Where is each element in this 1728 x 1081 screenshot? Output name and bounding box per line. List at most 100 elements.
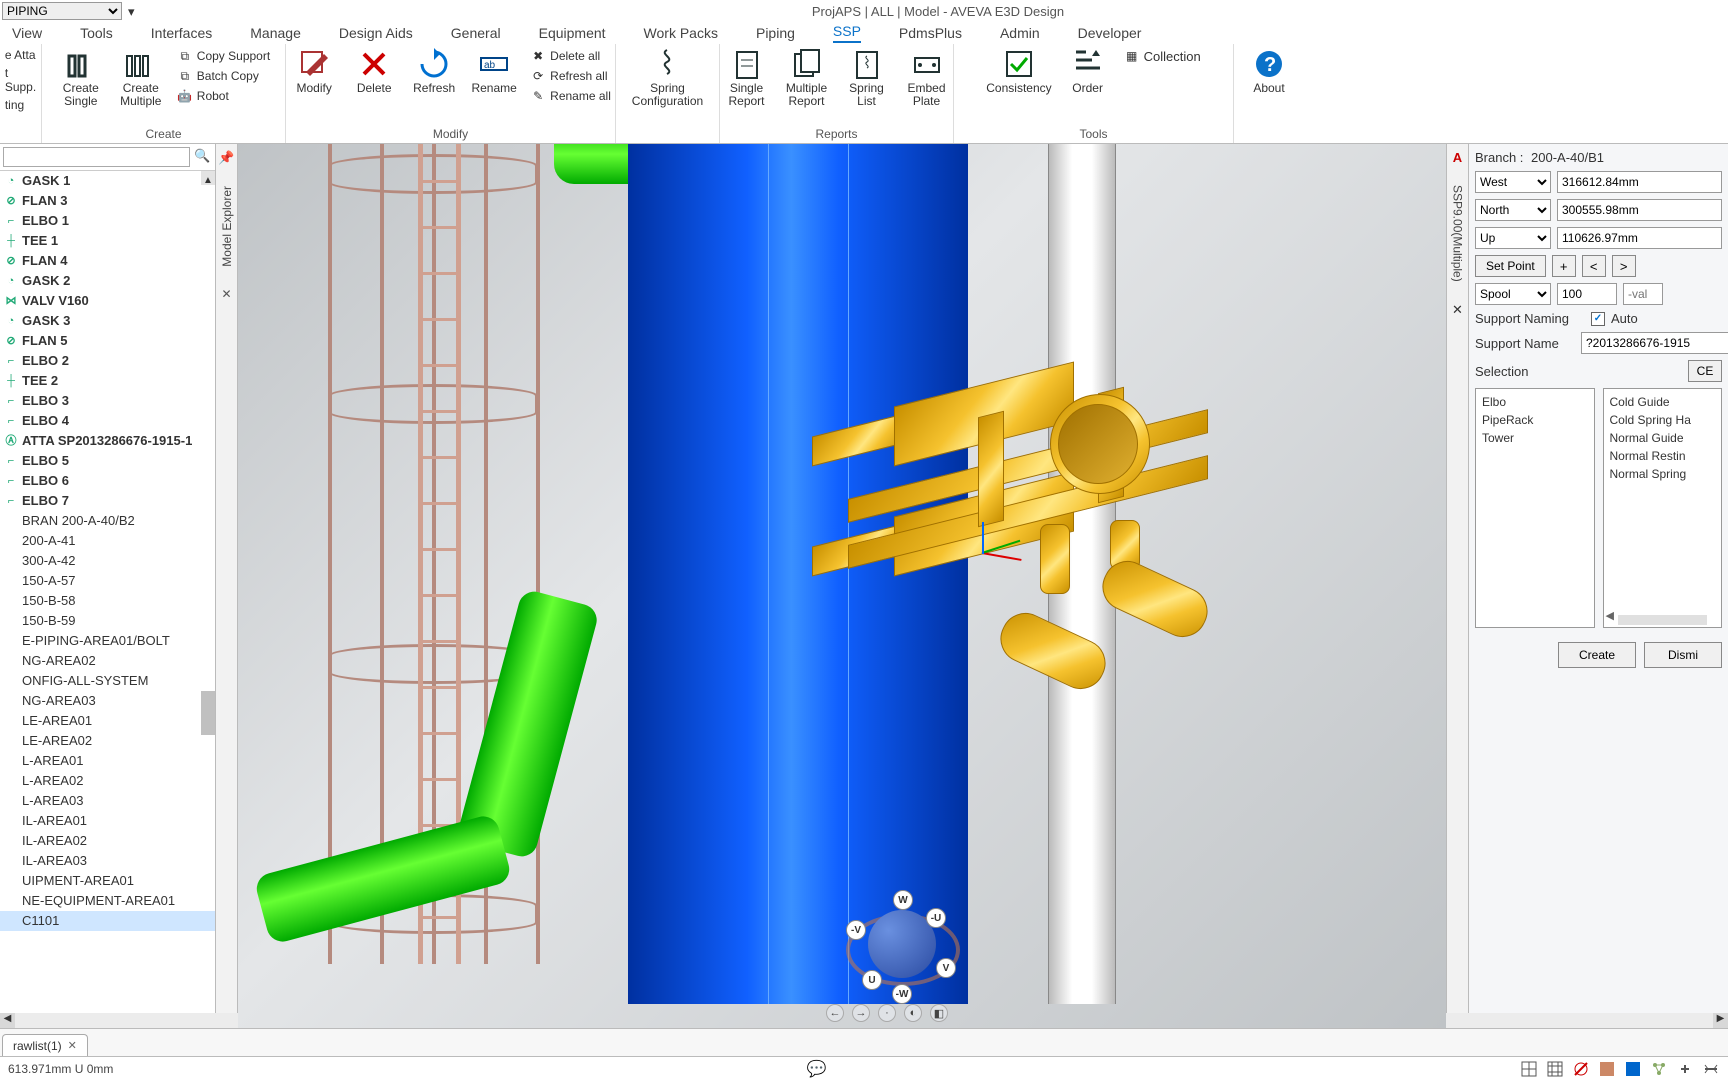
grid2-icon[interactable] (1546, 1060, 1564, 1078)
hscroll-left[interactable]: ◀ (0, 1013, 15, 1028)
nav-back-icon[interactable]: ← (826, 1004, 844, 1022)
tree-item[interactable]: ⌐ELBO 2 (0, 351, 215, 371)
single-report-button[interactable]: SingleReport (723, 48, 771, 108)
selection-list-a[interactable]: ElboPipeRackTower (1475, 388, 1595, 628)
tree-search-input[interactable] (3, 147, 190, 167)
cut-left-item[interactable]: e Atta (5, 48, 36, 62)
snap-off-icon[interactable] (1572, 1060, 1590, 1078)
create-button[interactable]: Create (1558, 642, 1636, 668)
tab-equipment[interactable]: Equipment (539, 25, 606, 41)
auto-checkbox[interactable] (1591, 312, 1605, 326)
tree-item[interactable]: ⒶATTA SP2013286676-1915-1 (0, 431, 215, 451)
collection-button[interactable]: ▦Collection (1124, 48, 1201, 64)
close-icon[interactable]: ✕ (1452, 302, 1463, 318)
nav-cube-icon[interactable]: ◧ (930, 1004, 948, 1022)
scroll-thumb[interactable] (201, 691, 215, 735)
about-button[interactable]: ? About (1245, 48, 1293, 95)
qat-dropdown-icon[interactable]: ▾ (128, 4, 142, 18)
support-name-input[interactable] (1581, 332, 1728, 354)
prev-button[interactable]: < (1582, 255, 1606, 277)
collapse-icon[interactable] (1702, 1060, 1720, 1078)
list-item[interactable]: Normal Guide (1610, 429, 1716, 447)
tree-item[interactable]: 300-A-42 (0, 551, 215, 571)
tab-manage[interactable]: Manage (250, 25, 301, 41)
scroll-up[interactable]: ▲ (201, 171, 215, 185)
tree-item[interactable]: ⋈VALV V160 (0, 291, 215, 311)
tree-item[interactable]: E-PIPING-AREA01/BOLT (0, 631, 215, 651)
tab-developer[interactable]: Developer (1078, 25, 1142, 41)
cut-left-item[interactable]: t Supp. (5, 66, 36, 94)
tree-item[interactable]: ◔GASK 3 (0, 311, 215, 331)
refresh-button[interactable]: Refresh (410, 48, 458, 95)
tab-general[interactable]: General (451, 25, 501, 41)
tab-piping[interactable]: Piping (756, 25, 795, 41)
plus-button[interactable]: + (1552, 255, 1576, 277)
search-icon[interactable]: 🔍 (194, 148, 212, 166)
tree-item[interactable]: ⊘FLAN 4 (0, 251, 215, 271)
axis-gizmo[interactable] (952, 522, 1012, 582)
spool-value-input[interactable] (1557, 283, 1617, 305)
tab-pdmsplus[interactable]: PdmsPlus (899, 25, 962, 41)
tree-item[interactable]: 150-A-57 (0, 571, 215, 591)
hscroll-right[interactable]: ▶ (1713, 1013, 1728, 1028)
drawlist-tab[interactable]: rawlist(1) ✕ (2, 1034, 88, 1056)
create-multiple-button[interactable]: CreateMultiple (117, 48, 165, 108)
refresh-all-button[interactable]: ⟳Refresh all (530, 68, 611, 84)
robot-button[interactable]: 🤖Robot (177, 88, 270, 104)
3d-viewport[interactable]: W U V -U -V -W ← → · ◐ ◧ (238, 144, 1446, 1028)
list-item[interactable]: Normal Restin (1610, 447, 1716, 465)
spring-list-button[interactable]: SpringList (843, 48, 891, 108)
tree-item[interactable]: ◔GASK 2 (0, 271, 215, 291)
tree-item[interactable]: NG-AREA03 (0, 691, 215, 711)
grid-icon[interactable] (1520, 1060, 1538, 1078)
tree-item[interactable]: 150-B-58 (0, 591, 215, 611)
tree-item[interactable]: IL-AREA01 (0, 811, 215, 831)
tab-admin[interactable]: Admin (1000, 25, 1040, 41)
tree-item[interactable]: NG-AREA02 (0, 651, 215, 671)
embed-plate-button[interactable]: EmbedPlate (903, 48, 951, 108)
tree-item[interactable]: NE-EQUIPMENT-AREA01 (0, 891, 215, 911)
tree-item[interactable]: ⌐ELBO 6 (0, 471, 215, 491)
spring-config-button[interactable]: SpringConfiguration (632, 48, 703, 108)
tab-interfaces[interactable]: Interfaces (151, 25, 212, 41)
direction-select[interactable]: Up (1475, 227, 1551, 249)
direction-select[interactable]: West (1475, 171, 1551, 193)
view-cube[interactable]: W U V -U -V -W (838, 892, 968, 1002)
tree-item[interactable]: ◔GASK 1 (0, 171, 215, 191)
tree-item[interactable]: ⌐ELBO 4 (0, 411, 215, 431)
chat-icon[interactable]: 💬 (807, 1059, 827, 1079)
tree-item[interactable]: C1101 (0, 911, 215, 931)
discipline-filter[interactable]: PIPING (2, 2, 122, 20)
tree-item[interactable]: ┼TEE 2 (0, 371, 215, 391)
coord-input[interactable] (1557, 227, 1722, 249)
ce-button[interactable]: CE (1688, 360, 1722, 382)
nav-home-icon[interactable]: · (878, 1004, 896, 1022)
left-dock-tab[interactable]: 📌 Model Explorer ✕ (216, 144, 238, 1028)
tab-tools[interactable]: Tools (80, 25, 113, 41)
close-icon[interactable]: ✕ (68, 1039, 77, 1052)
tree-item[interactable]: BRAN 200-A-40/B2 (0, 511, 215, 531)
tree-item[interactable]: 200-A-41 (0, 531, 215, 551)
close-icon[interactable]: ✕ (221, 287, 231, 301)
delete-all-button[interactable]: ✖Delete all (530, 48, 611, 64)
tree-item[interactable]: ⌐ELBO 1 (0, 211, 215, 231)
tree-item[interactable]: ⌐ELBO 7 (0, 491, 215, 511)
nav-globe-icon[interactable]: ◐ (904, 1004, 922, 1022)
tree-item[interactable]: ⌐ELBO 5 (0, 451, 215, 471)
tree-item[interactable]: UIPMENT-AREA01 (0, 871, 215, 891)
delete-button[interactable]: Delete (350, 48, 398, 95)
list-item[interactable]: Normal Spring (1610, 465, 1716, 483)
cut-left-item[interactable]: ting (5, 98, 24, 112)
set-point-button[interactable]: Set Point (1475, 255, 1546, 277)
tree-item[interactable]: ONFIG-ALL-SYSTEM (0, 671, 215, 691)
consistency-button[interactable]: Consistency (986, 48, 1051, 95)
next-button[interactable]: > (1612, 255, 1636, 277)
tree-item[interactable]: ⊘FLAN 5 (0, 331, 215, 351)
list-item[interactable]: Cold Guide (1610, 393, 1716, 411)
list-item[interactable]: Tower (1482, 429, 1588, 447)
direction-select[interactable]: North (1475, 199, 1551, 221)
copy-support-button[interactable]: ⧉Copy Support (177, 48, 270, 64)
create-single-button[interactable]: CreateSingle (57, 48, 105, 108)
tree-item[interactable]: L-AREA02 (0, 771, 215, 791)
model-tree[interactable]: ▲ ▼ ◔GASK 1⊘FLAN 3⌐ELBO 1┼TEE 1⊘FLAN 4◔G… (0, 171, 215, 1028)
